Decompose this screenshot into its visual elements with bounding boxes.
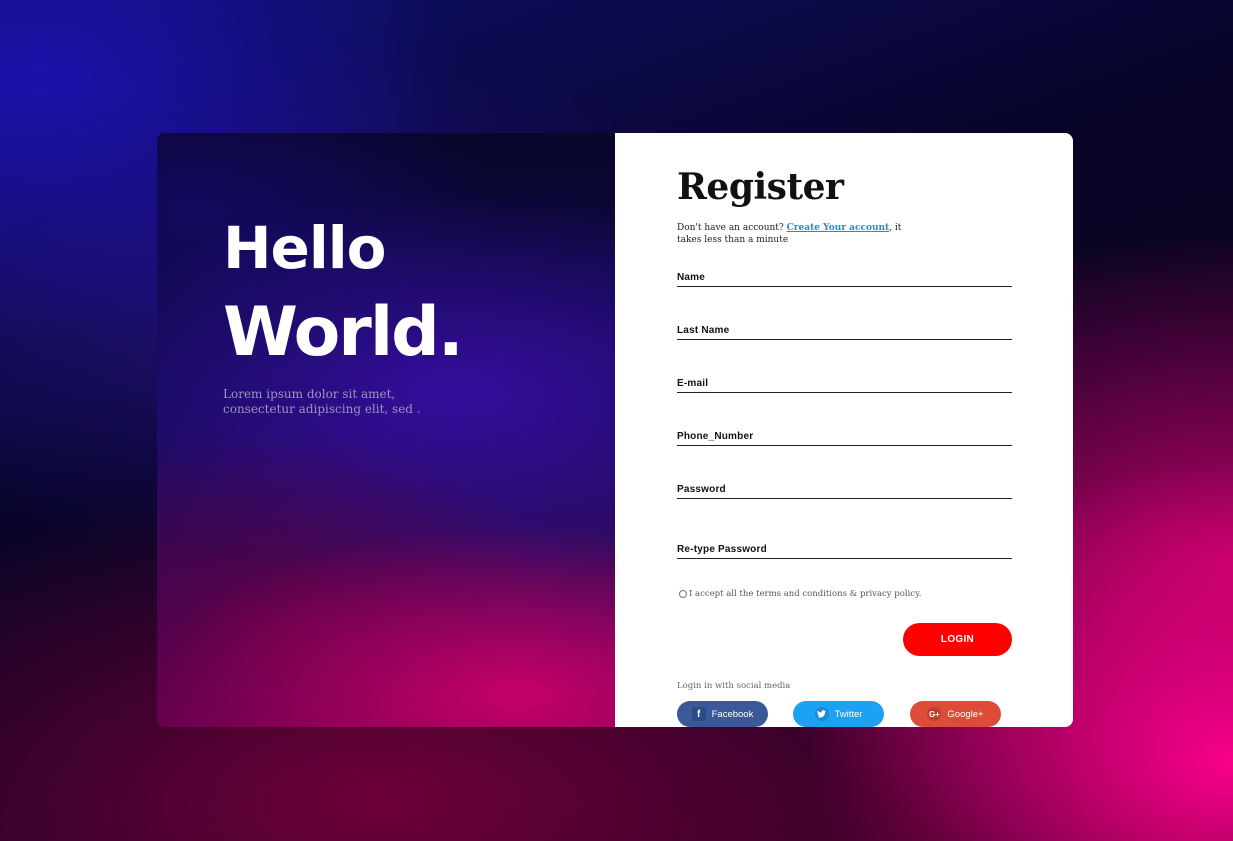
phone-number-label: Phone_Number: [677, 431, 754, 442]
create-account-link[interactable]: Create Your account: [787, 223, 890, 233]
name-field[interactable]: Name: [677, 266, 1012, 287]
subtitle-prefix: Don't have an account?: [677, 223, 787, 233]
register-card: Hello World. Lorem ipsum dolor sit amet,…: [157, 133, 1073, 727]
google-plus-icon: G+: [927, 707, 942, 721]
email-field[interactable]: E-mail: [677, 372, 1012, 393]
retype-password-label: Re-type Password: [677, 544, 767, 555]
phone-number-field[interactable]: Phone_Number: [677, 425, 1012, 446]
twitter-button[interactable]: Twitter: [793, 701, 884, 727]
terms-label: I accept all the terms and conditions & …: [689, 589, 922, 599]
password-label: Password: [677, 484, 726, 495]
facebook-button[interactable]: f Facebook: [677, 701, 768, 727]
hero-title-line1: Hello: [223, 214, 386, 282]
twitter-label: Twitter: [834, 708, 863, 720]
hero-panel: Hello World. Lorem ipsum dolor sit amet,…: [157, 133, 615, 727]
social-login-caption: Login in with social media: [677, 681, 791, 691]
terms-radio[interactable]: [679, 590, 687, 598]
hero-title-line2: World.: [223, 293, 464, 372]
password-field[interactable]: Password: [677, 478, 1012, 499]
last-name-field[interactable]: Last Name: [677, 319, 1012, 340]
twitter-icon: [814, 707, 829, 721]
terms-row: I accept all the terms and conditions & …: [679, 589, 921, 599]
name-label: Name: [677, 272, 706, 283]
google-plus-button[interactable]: G+ Google+: [910, 701, 1001, 727]
facebook-label: Facebook: [711, 708, 754, 720]
login-button[interactable]: LOGIN: [903, 623, 1012, 656]
retype-password-field[interactable]: Re-type Password: [677, 538, 1012, 559]
last-name-label: Last Name: [677, 325, 730, 336]
register-subtitle: Don't have an account? Create Your accou…: [677, 222, 927, 246]
hero-description: Lorem ipsum dolor sit amet, consectetur …: [223, 387, 421, 416]
register-form-panel: Register Don't have an account? Create Y…: [615, 133, 1073, 727]
facebook-icon: f: [691, 707, 706, 721]
google-plus-label: Google+: [947, 708, 984, 720]
register-title: Register: [677, 166, 844, 208]
email-label: E-mail: [677, 378, 709, 389]
